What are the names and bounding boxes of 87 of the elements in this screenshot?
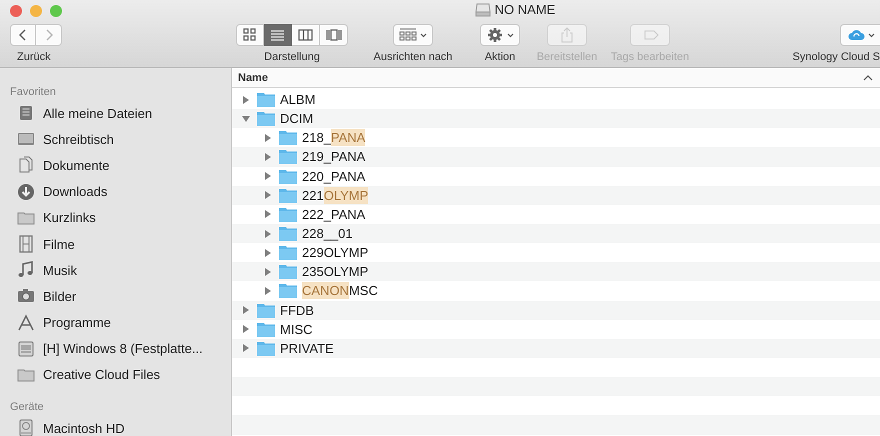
- list-view-button[interactable]: [264, 24, 292, 46]
- expand-triangle-icon[interactable]: [263, 228, 273, 239]
- folder-icon: [279, 283, 297, 298]
- expand-triangle-icon[interactable]: [263, 248, 273, 258]
- toolbar-label: Aktion: [484, 51, 516, 63]
- file-name[interactable]: ALBM: [280, 92, 316, 108]
- folder-icon: [257, 340, 275, 356]
- column-view-button[interactable]: [292, 24, 320, 46]
- files-icon: [17, 104, 35, 122]
- toolbar-label: Synology Cloud S: [792, 51, 880, 63]
- collapse-triangle-icon[interactable]: [241, 114, 251, 124]
- folder-icon: [279, 264, 297, 280]
- sidebar-item[interactable]: Dokumente: [0, 152, 231, 179]
- caret-icon: [420, 32, 427, 38]
- sidebar-item[interactable]: Filme: [0, 230, 231, 258]
- caret-icon: [507, 32, 514, 38]
- toolbar-label: Zurück: [16, 51, 51, 63]
- toolbar-label: Darstellung: [264, 51, 320, 63]
- folder-icon: [279, 206, 297, 222]
- arrange-icon: [399, 27, 417, 43]
- folder-icon: [279, 130, 297, 146]
- sidebar-item[interactable]: Alle meine Dateien: [0, 100, 231, 126]
- gear-icon: [486, 27, 504, 43]
- column-view-icon: [298, 27, 314, 43]
- toolbar-label: Ausrichten nach: [374, 51, 452, 63]
- expand-triangle-icon[interactable]: [241, 324, 251, 334]
- cloud-button[interactable]: [840, 24, 880, 46]
- cloud-icon: [846, 27, 864, 43]
- documents-icon: [17, 156, 35, 174]
- folder-icon: [279, 149, 297, 164]
- download-icon: [17, 182, 35, 201]
- sidebar-item[interactable]: Downloads: [0, 178, 231, 205]
- folder-icon: [257, 111, 275, 126]
- file-name[interactable]: DCIM: [280, 111, 314, 126]
- expand-triangle-icon[interactable]: [263, 190, 273, 200]
- expand-triangle-icon[interactable]: [263, 132, 273, 143]
- sidebar-item[interactable]: Kurzlinks: [0, 204, 231, 231]
- expand-triangle-icon[interactable]: [241, 94, 251, 105]
- expand-triangle-icon[interactable]: [263, 286, 273, 296]
- sidebar-item[interactable]: Bilder: [0, 283, 231, 310]
- arrange-button[interactable]: [393, 24, 433, 46]
- window-title: NO NAME: [494, 2, 556, 17]
- file-name[interactable]: PRIVATE: [280, 340, 334, 356]
- expand-triangle-icon[interactable]: [263, 171, 273, 182]
- file-name[interactable]: 229OLYMP: [302, 245, 368, 260]
- sidebar-item[interactable]: Creative Cloud Files: [0, 362, 231, 388]
- folder-icon: [279, 168, 297, 184]
- expand-triangle-icon[interactable]: [241, 305, 251, 316]
- expand-triangle-icon[interactable]: [263, 266, 273, 277]
- sidebar-item[interactable]: [H] Windows 8 (Festplatte...: [0, 336, 231, 362]
- sidebar-item[interactable]: Schreibtisch: [0, 126, 231, 152]
- sidebar-item[interactable]: Macintosh HD: [0, 415, 231, 436]
- file-name[interactable]: 228__01: [302, 226, 353, 242]
- file-name[interactable]: 222_PANA: [302, 206, 366, 222]
- drive-icon: [474, 2, 491, 16]
- expand-triangle-icon[interactable]: [263, 209, 273, 220]
- file-name[interactable]: MISC: [280, 322, 312, 337]
- folder-icon: [257, 302, 275, 318]
- file-name[interactable]: 220_PANA: [302, 168, 366, 184]
- icon-view-icon: [242, 27, 258, 43]
- sort-ascending-icon[interactable]: [863, 74, 873, 82]
- file-name[interactable]: 219_PANA: [302, 149, 366, 164]
- sidebar-heading: Favoriten: [9, 85, 57, 100]
- folder-icon: [279, 245, 297, 260]
- sidebar-heading: Geräte: [9, 400, 45, 416]
- file-name[interactable]: 235OLYMP: [302, 264, 368, 280]
- file-name[interactable]: FFDB: [280, 302, 314, 318]
- close-button[interactable]: [10, 5, 22, 17]
- back-button[interactable]: [10, 24, 36, 46]
- folder-icon: [257, 322, 275, 337]
- cover-flow-icon: [326, 27, 342, 43]
- expand-triangle-icon[interactable]: [263, 152, 273, 162]
- folder-icon: [279, 226, 297, 242]
- music-note-icon: [17, 261, 35, 280]
- sidebar-item[interactable]: Programme: [0, 310, 231, 336]
- caret-icon: [868, 32, 874, 38]
- apps-icon: [17, 314, 35, 332]
- column-header[interactable]: Name: [232, 68, 880, 88]
- cover-flow-button[interactable]: [320, 24, 348, 46]
- sidebar-item[interactable]: Musik: [0, 257, 231, 284]
- gear-button[interactable]: [480, 24, 520, 46]
- drive-icon: [17, 340, 35, 358]
- folder-icon: [279, 188, 297, 203]
- expand-triangle-icon[interactable]: [241, 343, 251, 354]
- icon-view-button[interactable]: [236, 24, 264, 46]
- film-icon: [17, 235, 35, 254]
- folder-icon: [257, 92, 275, 108]
